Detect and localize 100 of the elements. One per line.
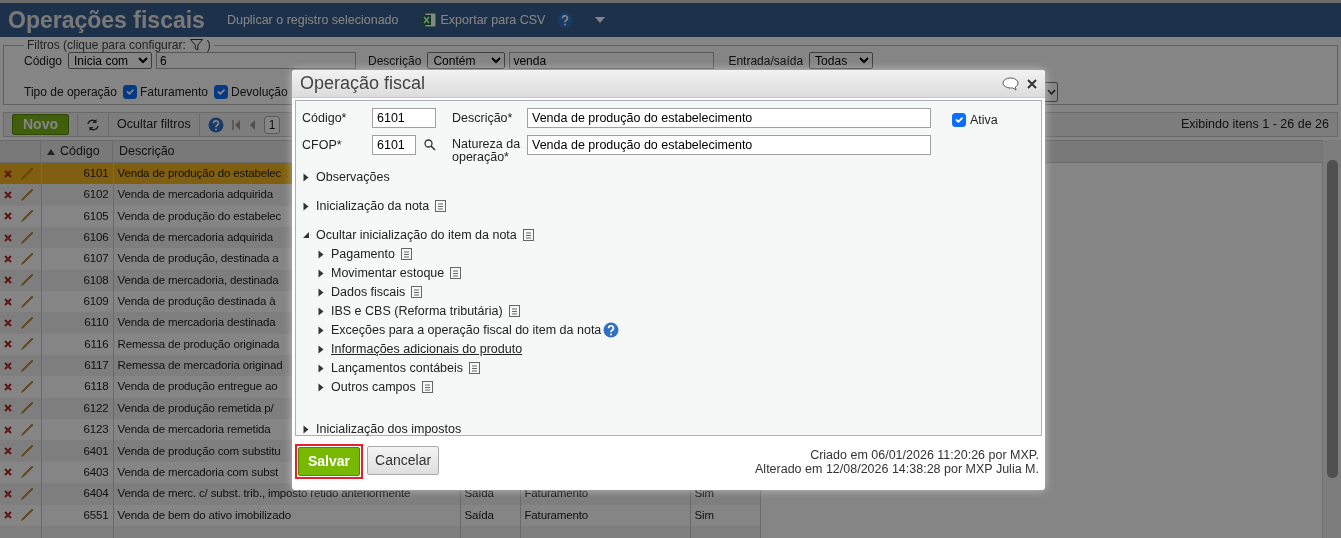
- column-header[interactable]: Descrição: [119, 142, 175, 161]
- expand-icon[interactable]: [317, 382, 325, 392]
- delete-icon[interactable]: [4, 447, 12, 456]
- delete-icon[interactable]: [4, 489, 12, 498]
- expand-icon[interactable]: [317, 306, 325, 316]
- note-icon[interactable]: [435, 200, 447, 213]
- sort-icon[interactable]: [47, 148, 55, 155]
- filter-label: Tipo de operação: [24, 83, 117, 101]
- close-icon[interactable]: [1027, 78, 1037, 89]
- note-icon[interactable]: [421, 381, 433, 394]
- table-row[interactable]: 6551 Venda de bem do ativo imobilizado Saída Faturamento Sim: [0, 504, 760, 526]
- filter-label: Descrição: [368, 52, 422, 70]
- table-cell: 6109: [41, 291, 113, 313]
- input-field[interactable]: 6101: [372, 134, 416, 155]
- previous-page-icon[interactable]: [248, 119, 256, 130]
- delete-icon[interactable]: [4, 297, 12, 306]
- pencil-icon[interactable]: [20, 401, 34, 416]
- section-toggle[interactable]: Outros campos: [331, 377, 416, 397]
- expand-icon[interactable]: [317, 344, 325, 354]
- input-field[interactable]: Venda de produção do estabelecimento: [527, 108, 931, 128]
- checkbox[interactable]: [952, 113, 966, 128]
- delete-icon[interactable]: [4, 169, 12, 178]
- operator-select[interactable]: Todas: [809, 52, 874, 69]
- pencil-icon[interactable]: [20, 380, 34, 395]
- hide-filters-button[interactable]: Ocultar filtros: [117, 115, 191, 134]
- pencil-icon[interactable]: [20, 422, 34, 437]
- filter-icon[interactable]: [189, 39, 203, 51]
- table-cell: 6102: [41, 184, 113, 206]
- action-link[interactable]: Duplicar o registro selecionado: [226, 10, 399, 30]
- pencil-icon[interactable]: [20, 465, 34, 480]
- pencil-icon[interactable]: [20, 444, 34, 459]
- column-header[interactable]: Código: [60, 142, 100, 161]
- caret-icon[interactable]: [595, 17, 606, 23]
- collapse-icon[interactable]: [302, 231, 310, 240]
- search-icon[interactable]: [424, 138, 436, 151]
- input-field[interactable]: 6101: [372, 108, 436, 128]
- checkbox[interactable]: [122, 84, 137, 99]
- section-toggle[interactable]: Inicialização dos impostos: [316, 419, 462, 439]
- input-field[interactable]: Venda de produção do estabelecimento: [527, 134, 931, 155]
- page-title: Operações fiscais: [8, 5, 205, 35]
- note-icon[interactable]: [400, 248, 412, 261]
- filter-input[interactable]: venda: [509, 52, 715, 69]
- delete-icon[interactable]: [4, 425, 12, 434]
- help-icon[interactable]: [603, 322, 620, 339]
- pencil-icon[interactable]: [20, 508, 34, 523]
- delete-icon[interactable]: [4, 233, 12, 242]
- section-toggle[interactable]: Observações: [316, 167, 390, 187]
- delete-icon[interactable]: [4, 468, 12, 477]
- operator-select[interactable]: Contém: [427, 52, 506, 69]
- expand-icon[interactable]: [317, 249, 325, 259]
- delete-icon[interactable]: [4, 191, 12, 199]
- operator-select[interactable]: Inicia com: [68, 52, 153, 69]
- help-icon[interactable]: [207, 116, 224, 133]
- delete-icon[interactable]: [4, 212, 12, 221]
- pencil-icon[interactable]: [20, 230, 34, 245]
- expand-icon[interactable]: [302, 172, 310, 182]
- pencil-icon[interactable]: [20, 337, 34, 352]
- table-cell: Venda de bem do ativo imobilizado: [113, 504, 460, 526]
- expand-icon[interactable]: [302, 424, 310, 434]
- delete-icon[interactable]: [4, 319, 12, 328]
- expand-icon[interactable]: [317, 268, 325, 278]
- delete-icon[interactable]: [4, 383, 12, 392]
- pencil-icon[interactable]: [20, 188, 34, 202]
- pencil-icon[interactable]: [20, 358, 34, 373]
- pencil-icon[interactable]: [20, 316, 34, 331]
- pencil-icon[interactable]: [20, 294, 34, 309]
- table-cell: 6106: [41, 227, 113, 249]
- pencil-icon[interactable]: [20, 209, 34, 224]
- page-button[interactable]: 1: [263, 115, 281, 134]
- expand-icon[interactable]: [317, 363, 325, 373]
- delete-icon[interactable]: [4, 511, 12, 520]
- delete-icon[interactable]: [4, 255, 12, 264]
- scrollbar-thumb[interactable]: [1327, 160, 1338, 478]
- delete-icon[interactable]: [4, 340, 12, 349]
- checkbox-label: Ativa: [970, 112, 998, 129]
- cancel-button[interactable]: Cancelar: [367, 446, 440, 475]
- delete-icon[interactable]: [4, 404, 12, 413]
- field-label: Código*: [302, 110, 348, 125]
- note-icon[interactable]: [411, 286, 423, 299]
- note-icon[interactable]: [450, 267, 462, 280]
- delete-icon[interactable]: [4, 276, 12, 285]
- spreadsheet-icon[interactable]: [420, 12, 437, 28]
- note-icon[interactable]: [469, 362, 481, 375]
- first-page-icon[interactable]: [231, 119, 241, 130]
- speech-bubble-icon[interactable]: [1002, 76, 1019, 91]
- pencil-icon[interactable]: [20, 486, 34, 501]
- action-link[interactable]: Exportar para CSV: [440, 10, 546, 30]
- expand-icon[interactable]: [317, 287, 325, 297]
- checkbox[interactable]: [214, 84, 228, 99]
- refresh-icon[interactable]: [86, 118, 100, 131]
- delete-icon[interactable]: [4, 361, 12, 370]
- note-icon[interactable]: [522, 229, 534, 242]
- note-icon[interactable]: [508, 305, 520, 318]
- help-icon[interactable]: [557, 12, 574, 28]
- expand-icon[interactable]: [317, 325, 325, 335]
- scrollbar[interactable]: [1322, 140, 1341, 538]
- pencil-icon[interactable]: [20, 273, 34, 288]
- pencil-icon[interactable]: [20, 252, 34, 267]
- filter-input[interactable]: 6: [156, 52, 357, 69]
- expand-icon[interactable]: [302, 201, 310, 211]
